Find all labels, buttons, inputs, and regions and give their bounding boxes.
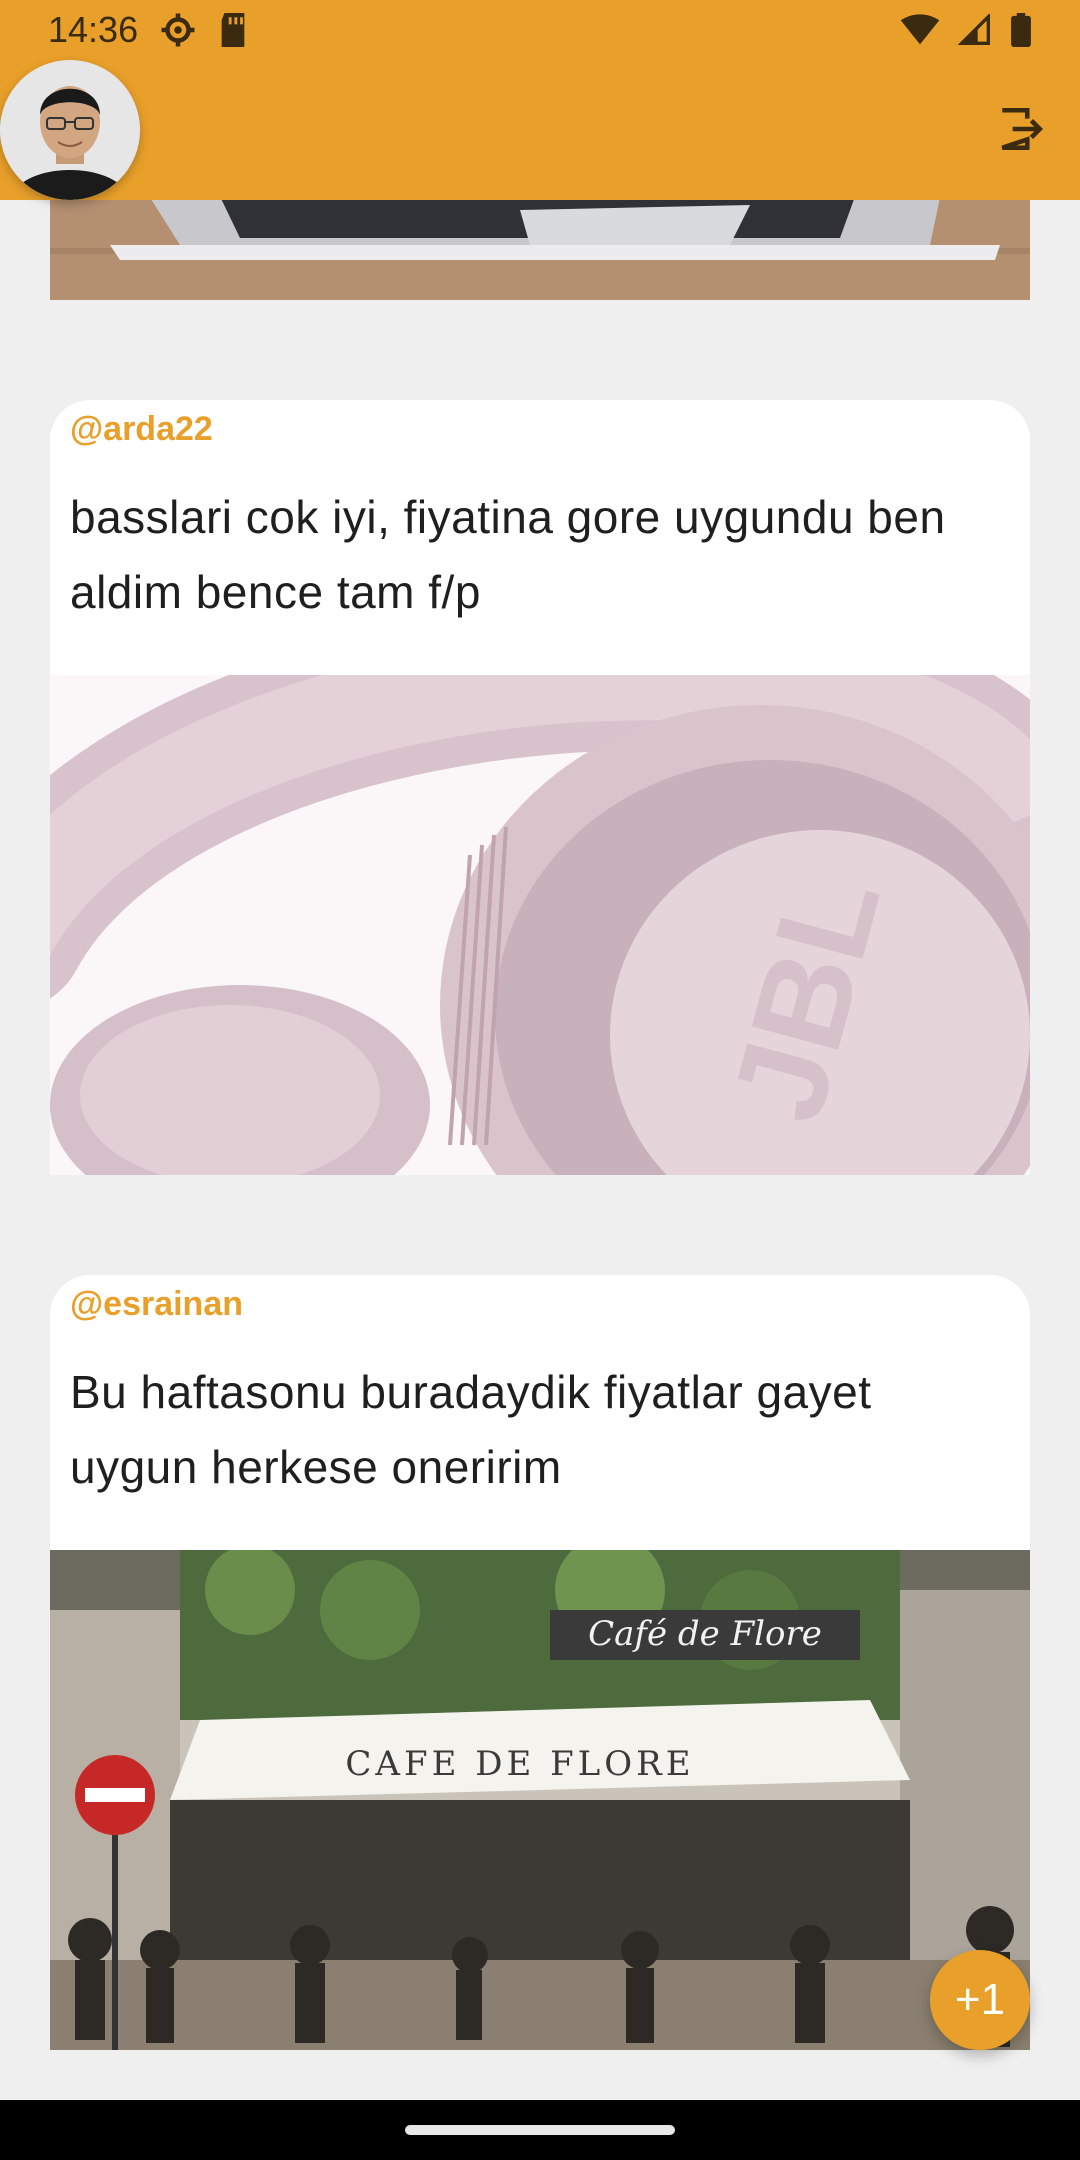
user-avatar[interactable] (0, 60, 140, 200)
wifi-icon (900, 14, 940, 45)
post-author[interactable]: @arda22 (70, 410, 213, 449)
post-card[interactable]: @esrainan Bu haftasonu buradaydik fiyatl… (50, 1275, 1030, 2050)
sd-card-icon (221, 13, 245, 47)
battery-icon (1011, 13, 1031, 47)
cell-signal-icon (958, 14, 990, 45)
post-text: basslari cok iyi, fiyatina gore uygundu … (70, 491, 946, 618)
status-bar: 14:36 (0, 0, 1080, 60)
post-author[interactable]: @esrainan (70, 1285, 243, 1324)
logout-button[interactable] (990, 98, 1052, 160)
post-card[interactable]: @arda22 basslari cok iyi, fiyatina gore … (50, 400, 1030, 1175)
cafe-awning-sign: CAFE DE FLORE (345, 1744, 694, 1784)
cafe-script-sign: Café de Flore (588, 1614, 822, 1654)
status-time: 14:36 (48, 9, 139, 50)
plus-one-button[interactable]: +1 (930, 1950, 1030, 2050)
cafe-de-flore-photo: Café de Flore CAFE DE FLORE (50, 1550, 1030, 2050)
settings-gear-icon (161, 13, 195, 47)
app-bar: 14:36 (0, 0, 1080, 200)
post-text: Bu haftasonu buradaydik fiyatlar gayet u… (70, 1366, 872, 1493)
home-gesture-pill[interactable] (405, 2125, 675, 2135)
feed[interactable]: @arda22 basslari cok iyi, fiyatina gore … (0, 0, 1080, 2100)
system-nav-bar (0, 2100, 1080, 2160)
pink-headphones-photo: JBL (50, 675, 1030, 1175)
logout-icon (1001, 107, 1043, 151)
